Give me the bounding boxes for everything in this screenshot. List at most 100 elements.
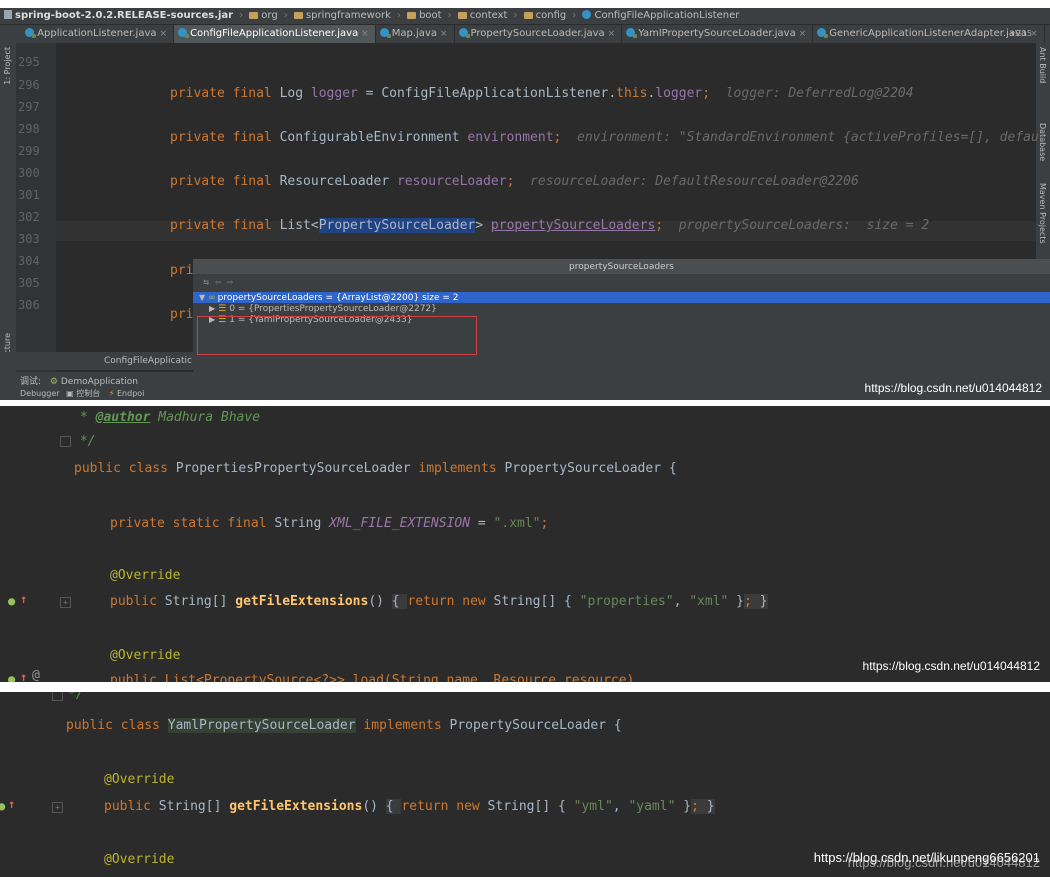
line-number: 296: [18, 78, 40, 92]
breadcrumb-boot[interactable]: boot: [419, 10, 442, 21]
breadcrumb-context[interactable]: context: [470, 10, 508, 21]
class-icon: [817, 28, 829, 38]
tab-label: Map.java: [391, 28, 437, 39]
override-arrow-icon[interactable]: ↑: [8, 797, 15, 811]
line-number: 298: [18, 122, 40, 136]
implements-icon[interactable]: ●: [0, 799, 5, 813]
close-icon[interactable]: ×: [440, 29, 448, 39]
code-line-truncated: pri: [170, 263, 194, 278]
tab-applicationlistener[interactable]: ApplicationListener.java ×: [21, 25, 175, 43]
line-number: 301: [18, 188, 40, 202]
author-comment: * @author Madhura Bhave: [80, 410, 261, 425]
console-tab[interactable]: 控制台: [76, 389, 100, 398]
breadcrumb-org[interactable]: org: [261, 10, 277, 21]
breadcrumb-config[interactable]: config: [536, 10, 567, 21]
breadcrumb-class[interactable]: ConfigFileApplicationListener: [594, 10, 739, 21]
field-declaration[interactable]: private static final String XML_FILE_EXT…: [110, 516, 548, 531]
folder-icon: [523, 12, 533, 19]
selected-text: PropertySourceLoader: [318, 218, 476, 233]
debug-session-tab[interactable]: DemoApplication: [61, 377, 138, 387]
line-number: 302: [18, 210, 40, 224]
endpoints-icon: ⚡: [108, 389, 115, 398]
override-annotation: @Override: [110, 568, 181, 583]
implements-icon[interactable]: ●: [8, 594, 15, 608]
override-annotation: @Override: [110, 648, 181, 663]
popup-toolbar[interactable]: ⇆ ⇦ ⇨: [193, 274, 1050, 292]
app-icon: ⚙: [49, 377, 58, 387]
collapsed-triangle-icon[interactable]: ▶: [209, 304, 215, 313]
override-arrow-icon[interactable]: ↑: [20, 670, 27, 682]
tab-label: ConfigFileApplicationListener.java: [190, 28, 359, 39]
watermark-overlay: https://blog.csdn.net/u014044812: [847, 855, 1040, 870]
folder-icon: [407, 12, 417, 19]
left-tool-strip: 1: Project Z: Structure: [0, 43, 16, 400]
code-line-propertysourceloaders[interactable]: private final List<PropertySourceLoader>…: [170, 218, 929, 233]
fold-marker[interactable]: +: [60, 597, 71, 608]
yaml-loader-editor: */ public class YamlPropertySourceLoader…: [0, 692, 1050, 877]
tab-map[interactable]: Map.java ×: [376, 25, 455, 43]
popup-title: propertySourceLoaders: [193, 260, 1050, 274]
line-number: 297: [18, 100, 40, 114]
close-icon[interactable]: ×: [799, 29, 807, 39]
line-number: 305: [18, 276, 40, 290]
debug-tool-bar: ConfigFileApplicatic 调试: ⚙ DemoApplicati…: [0, 352, 193, 400]
tab-label: YamlPropertySourceLoader.java: [638, 28, 796, 39]
method-getfileextensions[interactable]: public String[] getFileExtensions() { re…: [104, 799, 715, 814]
list-item-icon: ☰: [218, 304, 227, 314]
debugger-tab[interactable]: Debugger: [20, 389, 60, 398]
tab-configfileapplicationlistener[interactable]: ConfigFileApplicationListener.java ×: [174, 25, 376, 43]
endpoints-tab[interactable]: Endpoi: [117, 389, 144, 398]
editor-gutter: [0, 692, 66, 877]
inline-debug-value: environment: "StandardEnvironment {activ…: [577, 130, 1047, 145]
method-load[interactable]: public List<PropertySource<?>> load(Stri…: [110, 673, 634, 682]
close-icon[interactable]: ×: [160, 29, 168, 39]
class-declaration[interactable]: public class YamlPropertySourceLoader im…: [66, 718, 622, 733]
line-number: 306: [18, 298, 40, 312]
inline-debug-value: resourceLoader: DefaultResourceLoader@22…: [530, 174, 859, 189]
comment-end: */: [68, 692, 84, 702]
breadcrumb-springframework[interactable]: springframework: [306, 10, 391, 21]
class-icon: [582, 10, 592, 19]
close-icon[interactable]: ×: [361, 29, 369, 39]
implements-icon[interactable]: ●: [8, 672, 15, 682]
code-line-logger[interactable]: private final Log logger = ConfigFileApp…: [170, 86, 914, 101]
ant-build-tool-button[interactable]: Ant Build: [1038, 47, 1047, 83]
line-number: 295: [18, 55, 40, 69]
class-icon: [626, 28, 638, 38]
fold-marker[interactable]: +: [52, 802, 63, 813]
class-declaration[interactable]: public class PropertiesPropertySourceLoa…: [74, 461, 677, 476]
override-annotation: @Override: [104, 772, 175, 787]
line-number: 304: [18, 254, 40, 268]
method-getfileextensions[interactable]: public String[] getFileExtensions() { re…: [110, 594, 768, 609]
watermark: https://blog.csdn.net/u014044812: [862, 659, 1040, 673]
close-icon[interactable]: ×: [608, 29, 616, 39]
code-line-environment[interactable]: private final ConfigurableEnvironment en…: [170, 130, 1047, 145]
comment-end: */: [72, 434, 96, 449]
highlight-box: [197, 316, 477, 355]
line-number: 300: [18, 166, 40, 180]
tab-overflow-button[interactable]: ▾☰15: [1011, 25, 1032, 43]
debug-label: 调试:: [20, 377, 42, 387]
debugger-editor-panel: spring-boot-2.0.2.RELEASE-sources.jar › o…: [0, 8, 1050, 400]
file-tab[interactable]: ConfigFileApplicatic: [0, 352, 193, 370]
tree-row-root[interactable]: ▼ ∞ propertySourceLoaders = {ArrayList@220…: [193, 292, 1050, 303]
fold-marker[interactable]: [52, 692, 63, 701]
line-number: 299: [18, 144, 40, 158]
override-arrow-icon[interactable]: ↑: [20, 592, 27, 606]
tab-propertysourceloader[interactable]: PropertySourceLoader.java ×: [455, 25, 623, 43]
expanded-triangle-icon[interactable]: ▼: [199, 293, 205, 302]
project-tool-button[interactable]: 1: Project: [3, 47, 12, 85]
tab-yamlpropertysourceloader[interactable]: YamlPropertySourceLoader.java ×: [622, 25, 814, 43]
maven-projects-tool-button[interactable]: Maven Projects: [1038, 183, 1047, 244]
editor-tabs: ApplicationListener.java × ConfigFileAppli…: [0, 25, 1050, 43]
folder-icon: [457, 12, 467, 19]
fold-marker[interactable]: [60, 436, 71, 447]
tree-row-item0[interactable]: ▶ ☰ 0 = {PropertiesPropertySourceLoader@22…: [193, 303, 1050, 314]
inline-debug-value: propertySourceLoaders: size = 2: [678, 218, 930, 233]
jar-icon: [4, 10, 12, 19]
code-line-truncated: pri: [170, 307, 194, 322]
class-icon: [178, 28, 190, 38]
code-line-resourceloader[interactable]: private final ResourceLoader resourceLoa…: [170, 174, 859, 189]
tab-label: PropertySourceLoader.java: [470, 28, 605, 39]
breadcrumb-jar[interactable]: spring-boot-2.0.2.RELEASE-sources.jar: [15, 10, 233, 21]
